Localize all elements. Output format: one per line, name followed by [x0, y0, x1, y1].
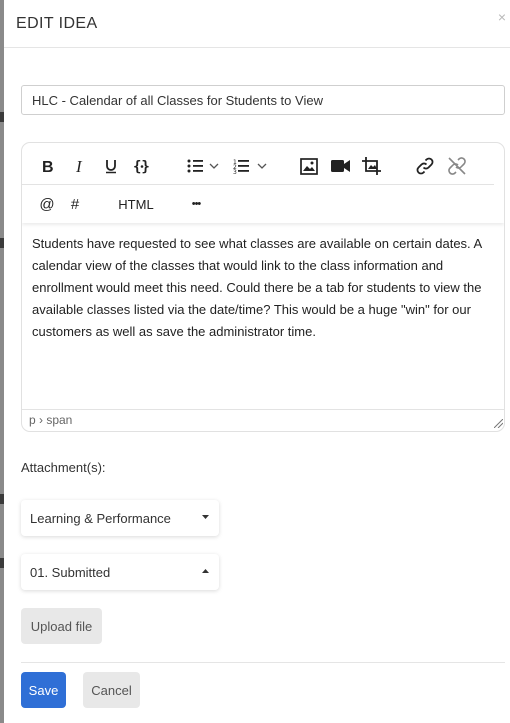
- editor-content[interactable]: Students have requested to see what clas…: [32, 233, 500, 343]
- crop-icon[interactable]: [361, 153, 383, 179]
- mention-button[interactable]: @: [38, 191, 56, 217]
- save-button[interactable]: Save: [21, 672, 66, 708]
- resize-handle-icon[interactable]: [494, 419, 503, 428]
- close-icon[interactable]: ×: [496, 10, 508, 24]
- numbered-list-icon[interactable]: 123: [232, 153, 270, 179]
- underline-icon[interactable]: [101, 153, 121, 179]
- toolbar-row-insert: @ # HTML •••: [22, 184, 494, 222]
- svg-text:B: B: [42, 159, 54, 174]
- upload-file-button[interactable]: Upload file: [21, 608, 102, 644]
- status-value: 01. Submitted: [30, 564, 111, 580]
- caret-down-icon: [202, 515, 209, 519]
- unlink-icon[interactable]: [446, 153, 468, 179]
- hashtag-button[interactable]: #: [67, 191, 83, 217]
- category-value: Learning & Performance: [30, 510, 171, 526]
- cancel-button[interactable]: Cancel: [83, 672, 140, 708]
- code-icon[interactable]: {}: [131, 153, 153, 179]
- toolbar-row-formatting: B I {} 123: [22, 147, 504, 185]
- element-path: p › span: [29, 413, 73, 427]
- video-icon[interactable]: [329, 153, 353, 179]
- rich-text-editor: B I {} 123 @ # HTML ••• Students have re…: [21, 142, 505, 432]
- svg-text:I: I: [75, 158, 83, 174]
- status-dropdown[interactable]: 01. Submitted: [21, 554, 219, 590]
- more-options-button[interactable]: •••: [183, 191, 209, 217]
- idea-title-input[interactable]: [21, 85, 505, 115]
- caret-up-icon: [202, 569, 209, 573]
- category-dropdown[interactable]: Learning & Performance: [21, 500, 219, 536]
- editor-toolbar: B I {} 123 @ # HTML •••: [22, 143, 504, 223]
- bold-icon[interactable]: B: [38, 153, 58, 179]
- modal-header: EDIT IDEA: [4, 0, 510, 48]
- modal-title: EDIT IDEA: [16, 14, 98, 32]
- svg-text:3: 3: [233, 169, 237, 174]
- editor-statusbar: p › span: [22, 409, 504, 431]
- bullet-list-icon[interactable]: [186, 153, 222, 179]
- footer-divider: [21, 662, 505, 663]
- html-button[interactable]: HTML: [114, 191, 158, 217]
- edit-idea-modal: EDIT IDEA × B I {}: [4, 0, 510, 723]
- attachments-label: Attachment(s):: [21, 460, 106, 475]
- italic-icon[interactable]: I: [70, 153, 90, 179]
- image-icon[interactable]: [298, 153, 320, 179]
- link-icon[interactable]: [414, 153, 436, 179]
